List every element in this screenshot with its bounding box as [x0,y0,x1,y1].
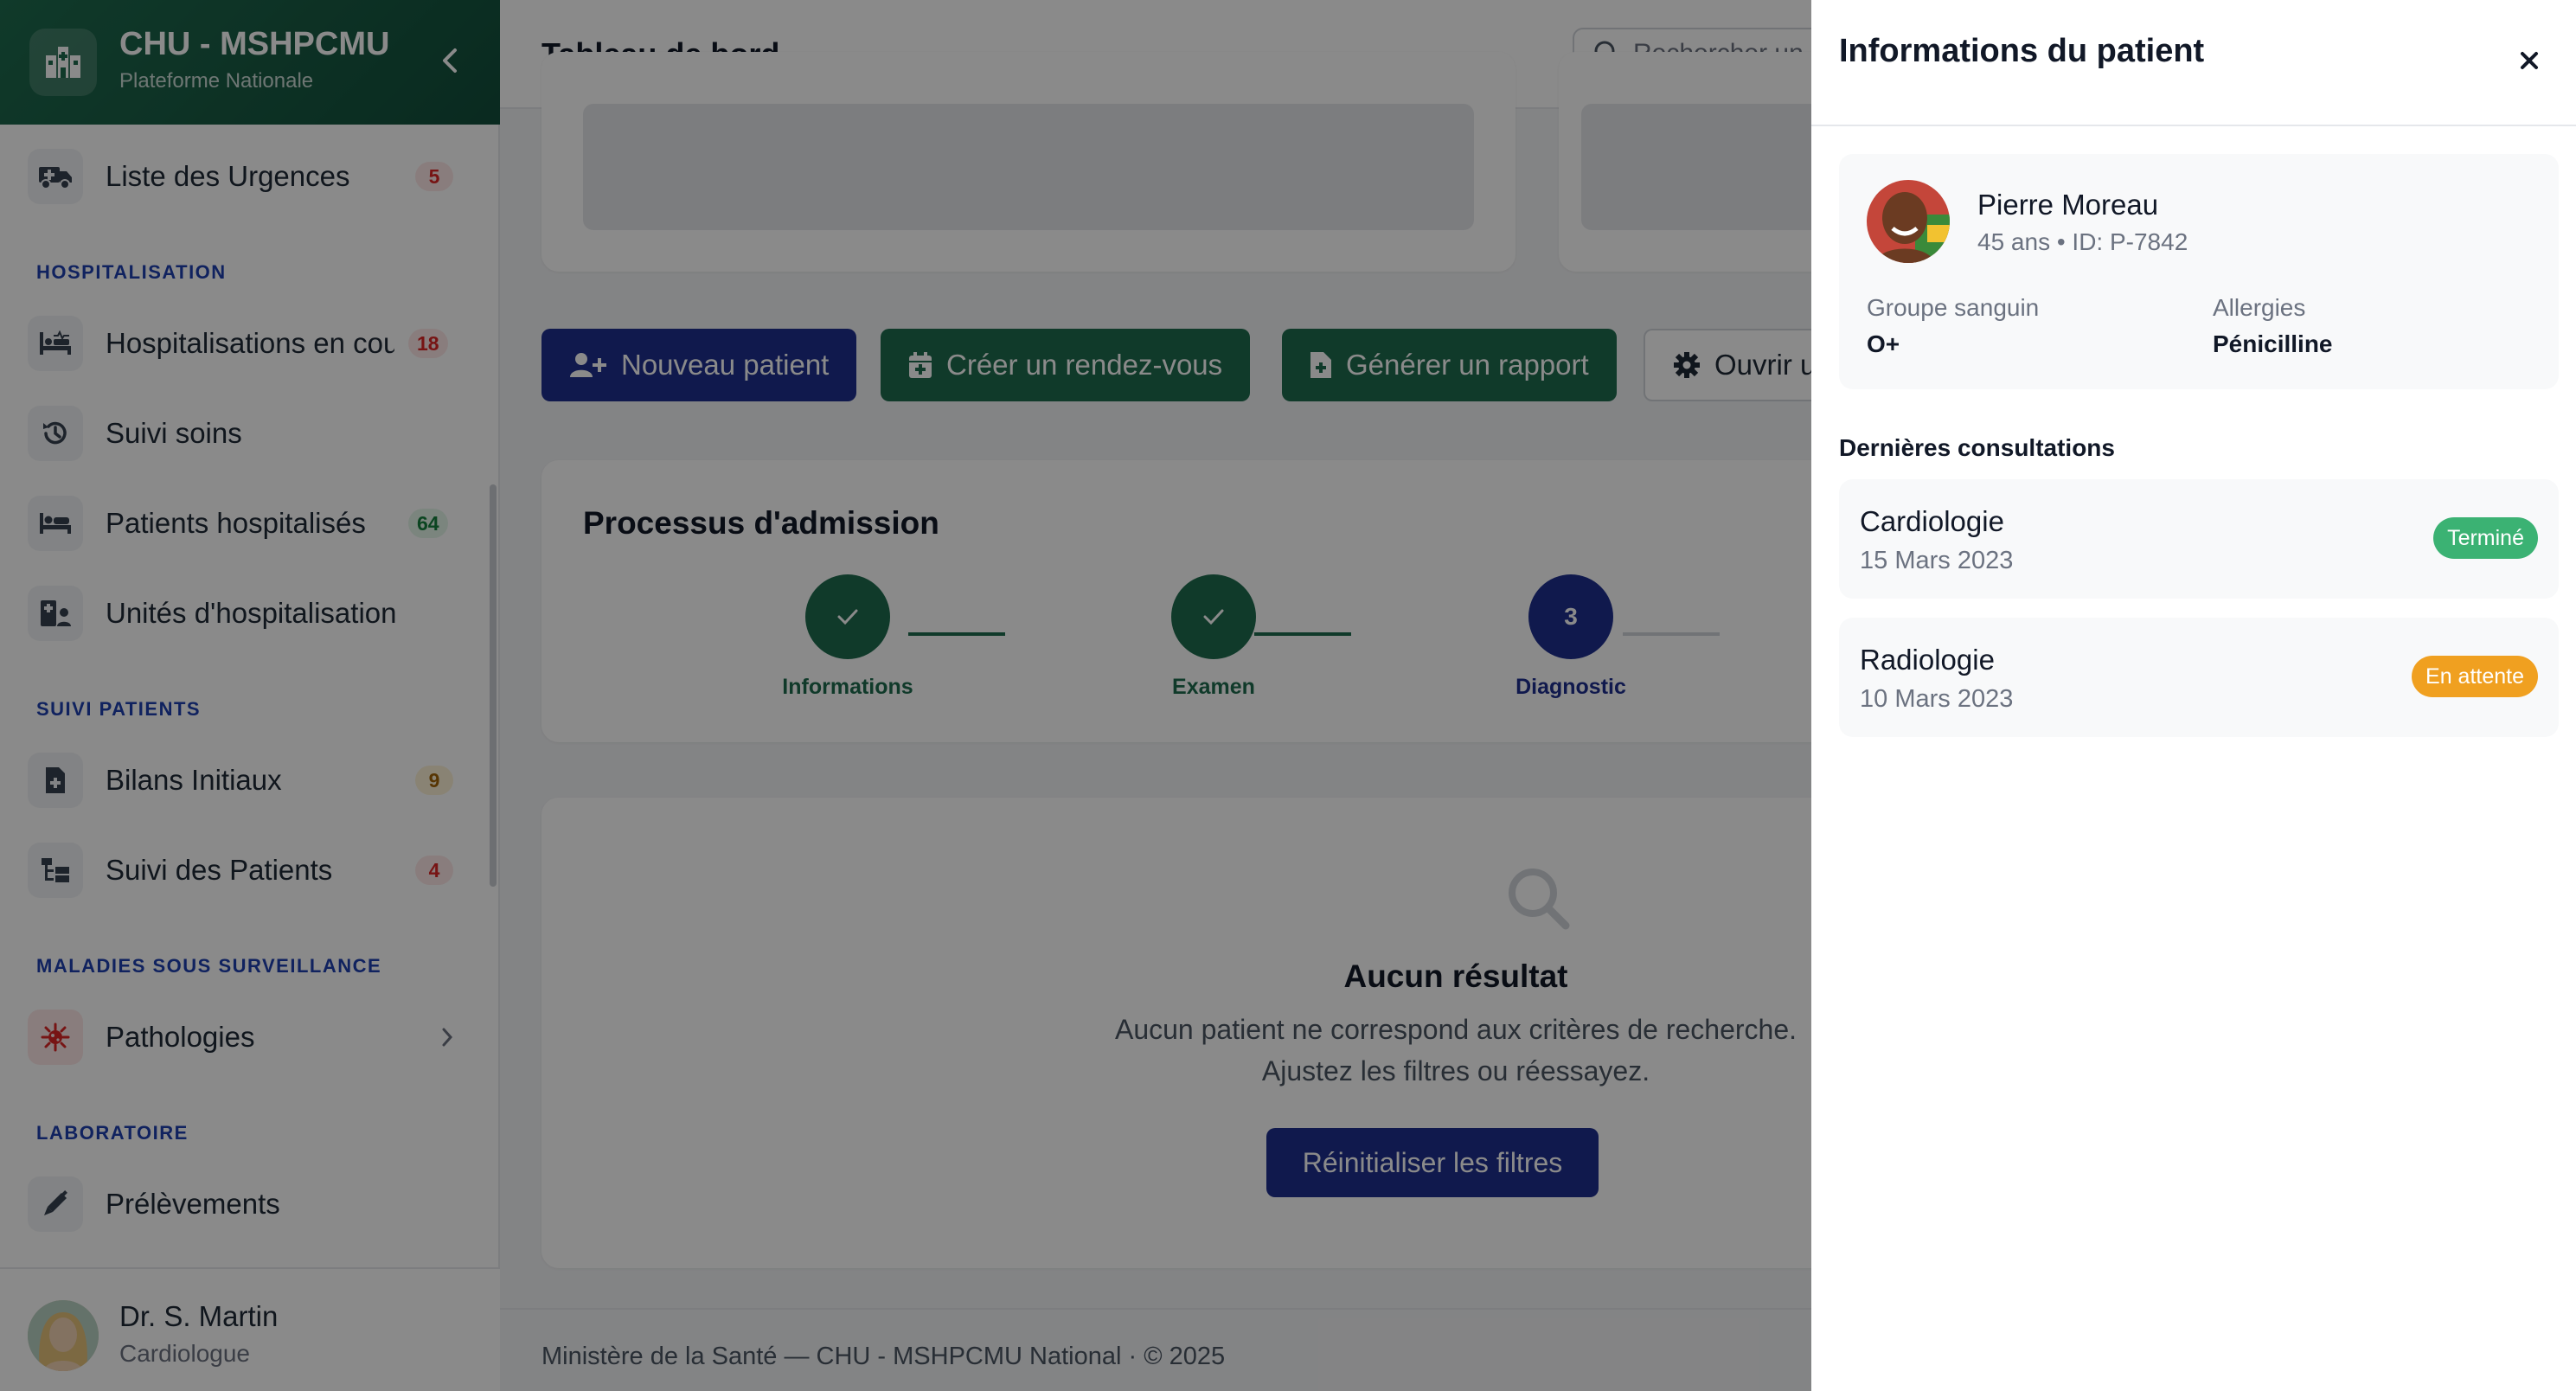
allergies-label: Allergies [2213,294,2306,321]
consultation-item[interactable]: Radiologie 10 Mars 2023 En attente [1839,618,2559,737]
status-badge: Terminé [2433,517,2538,559]
modal-backdrop[interactable] [0,0,1811,1391]
consultation-service: Radiologie [1860,644,1995,676]
blood-group-label: Groupe sanguin [1867,294,2040,321]
consultation-date: 15 Mars 2023 [1860,547,2014,574]
consultation-item[interactable]: Cardiologie 15 Mars 2023 Terminé [1839,479,2559,599]
patient-name: Pierre Moreau [1977,189,2159,221]
patient-summary-card: Pierre Moreau 45 ans • ID: P-7842 Groupe… [1839,154,2559,389]
blood-group-value: O+ [1867,330,1900,357]
consultation-service: Cardiologie [1860,505,2004,537]
close-button[interactable] [2510,42,2548,80]
status-badge: En attente [2412,656,2538,697]
drawer-title: Informations du patient [1839,33,2205,69]
drawer-divider [1811,125,2576,126]
avatar [1867,180,1950,263]
consultations-title: Dernières consultations [1839,434,2115,461]
patient-meta: 45 ans • ID: P-7842 [1977,228,2188,255]
close-icon [2521,52,2538,69]
consultation-date: 10 Mars 2023 [1860,685,2014,713]
allergies-value: Pénicilline [2213,330,2333,357]
patient-info-drawer: Informations du patient Pierre Moreau 45… [1811,0,2576,1391]
